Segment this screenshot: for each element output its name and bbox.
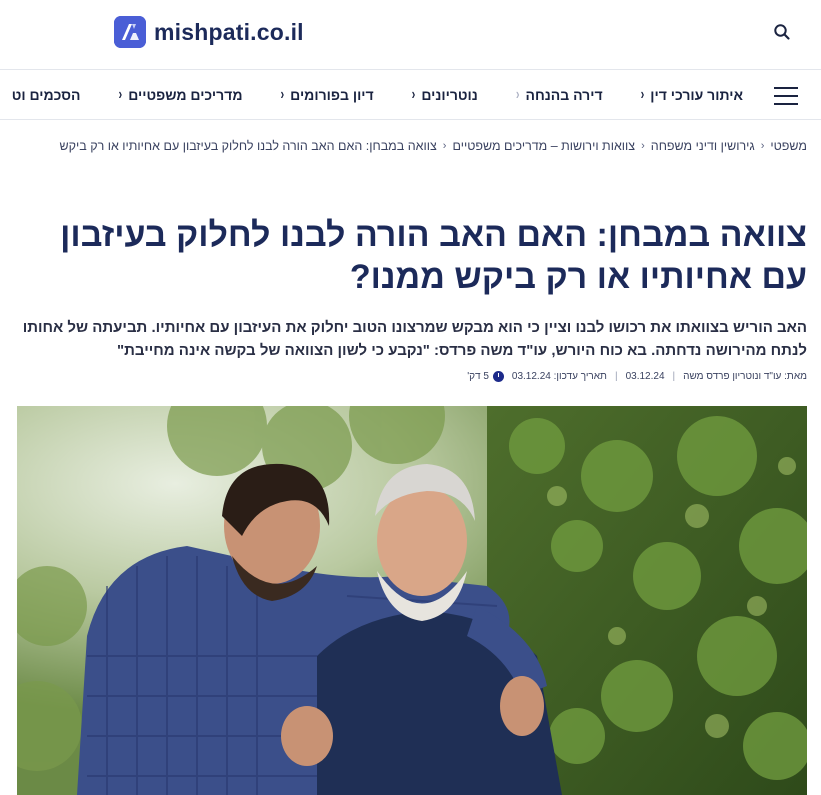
site-header: mishpati.co.il [0, 0, 821, 70]
search-icon[interactable] [772, 22, 792, 42]
nav-item-label: נוטריונים [421, 87, 478, 103]
article-updated-date: תאריך עדכון: 03.12.24 [511, 371, 607, 382]
nav-item-label: דיון בפורומים [290, 87, 374, 103]
nav-item-label: דירה בהנחה [525, 87, 603, 103]
nav-item-agreements[interactable]: הסכמים וט [12, 87, 81, 103]
clock-icon [492, 371, 504, 382]
main-nav: איתור עורכי דין ‹ דירה בהנחה ‹ נוטריונים… [0, 70, 821, 120]
nav-item-label: הסכמים וט [11, 87, 81, 103]
nav-item-label: איתור עורכי דין [650, 87, 743, 103]
breadcrumb-item[interactable]: גירושין ודיני משפחה [651, 139, 755, 153]
site-logo[interactable]: mishpati.co.il [114, 15, 304, 49]
article-author[interactable]: מאת: עו"ד ונוטריון פרדס משה [683, 371, 807, 382]
chevron-left-icon: ‹ [515, 86, 520, 104]
chevron-left-icon: ‹ [640, 86, 645, 104]
chevron-left-icon: ‹ [641, 140, 645, 152]
read-time: 5 דק' [467, 371, 504, 382]
breadcrumb-current: צוואה במבחן: האם האב הורה לבנו לחלוק בעי… [59, 139, 437, 153]
chevron-left-icon: ‹ [411, 86, 416, 104]
chevron-left-icon: ‹ [760, 140, 765, 152]
logo-text: mishpati.co.il [154, 18, 304, 45]
chevron-left-icon: ‹ [442, 140, 447, 152]
meta-divider: | [614, 371, 618, 382]
article-title: צוואה במבחן: האם האב הורה לבנו לחלוק בעי… [60, 216, 807, 296]
nav-item-label: מדריכים משפטיים [128, 87, 243, 103]
chevron-left-icon: ‹ [280, 86, 285, 104]
meta-divider: | [672, 371, 676, 382]
nav-item-legal-guides[interactable]: מדריכים משפטיים ‹ [118, 86, 243, 104]
hamburger-menu-icon[interactable] [774, 84, 798, 105]
nav-item-discount-apartment[interactable]: דירה בהנחה ‹ [515, 86, 603, 104]
nav-item-forums[interactable]: דיון בפורומים ‹ [280, 86, 374, 104]
logo-mark-icon [114, 16, 146, 48]
article-lead: האב הוריש בצוואתו את רכושו לבנו וציין כי… [22, 319, 807, 359]
breadcrumb-item[interactable]: צוואות וירושות – מדריכים משפטיים [452, 139, 635, 153]
chevron-left-icon: ‹ [118, 86, 123, 104]
article-meta: מאת: עו"ד ונוטריון פרדס משה | 03.12.24 |… [467, 371, 807, 382]
nav-items: איתור עורכי דין ‹ דירה בהנחה ‹ נוטריונים… [0, 70, 743, 119]
hero-image [17, 406, 807, 795]
article-published-date: 03.12.24 [625, 371, 665, 382]
nav-item-notaries[interactable]: נוטריונים ‹ [411, 86, 478, 104]
breadcrumb-item[interactable]: משפטי [770, 139, 807, 153]
breadcrumb: משפטי ‹ גירושין ודיני משפחה ‹ צוואות ויר… [60, 139, 807, 153]
nav-item-find-lawyers[interactable]: איתור עורכי דין ‹ [640, 86, 743, 104]
read-time-label: 5 דק' [467, 371, 489, 382]
